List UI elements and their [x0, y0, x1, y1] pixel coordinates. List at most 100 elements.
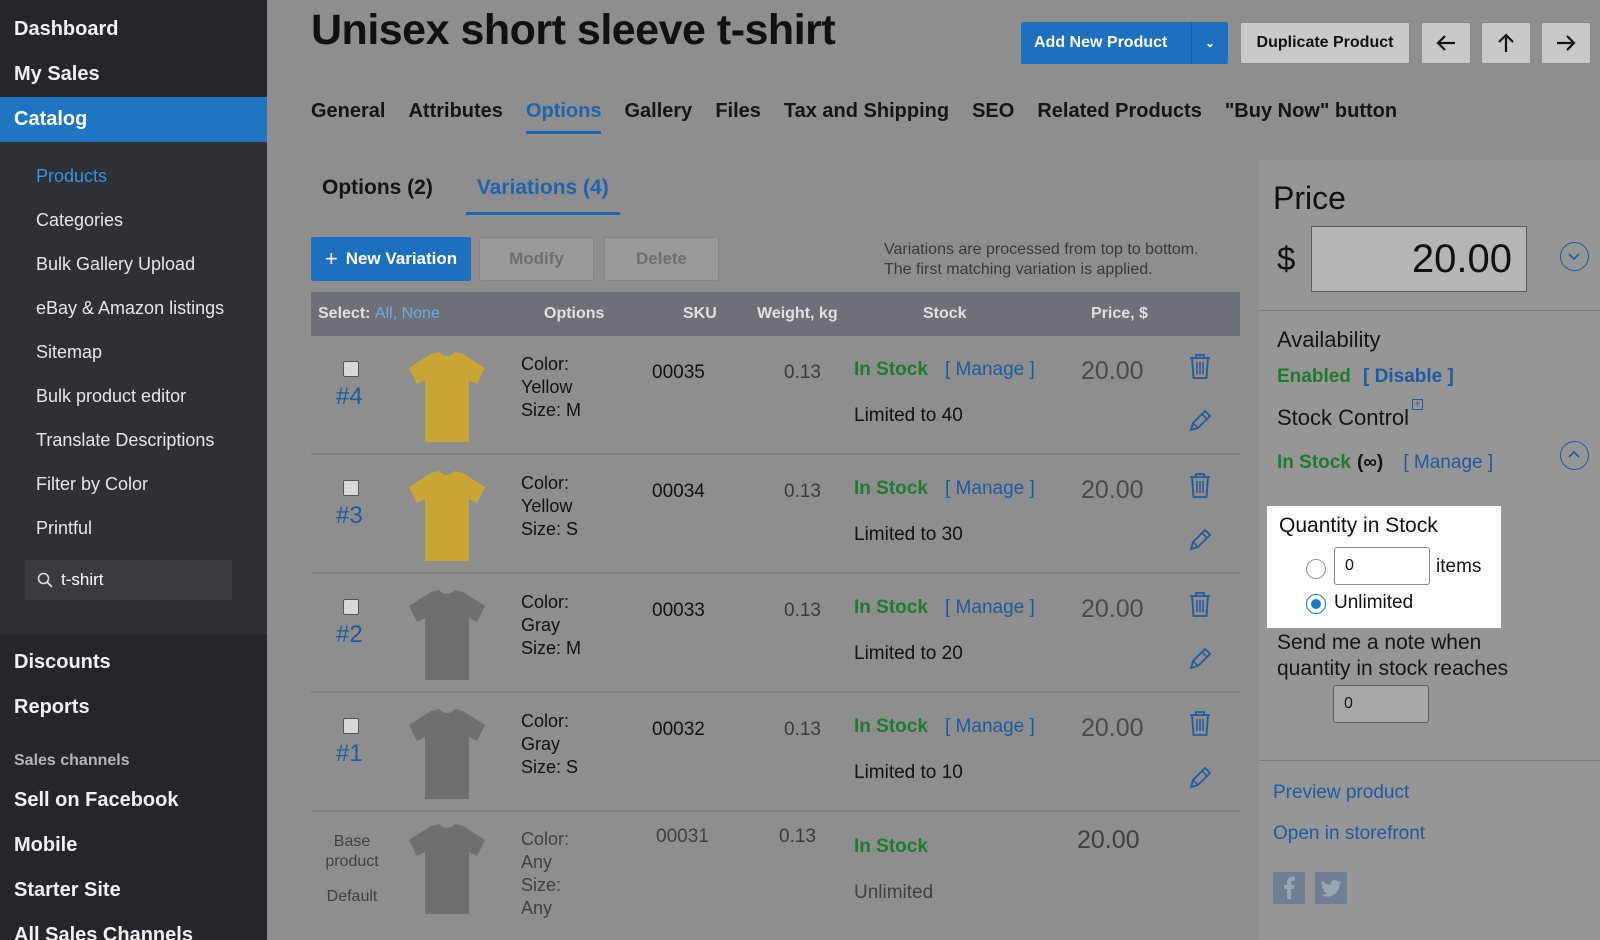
sidebar-item-translate-descriptions[interactable]: Translate Descriptions: [0, 418, 267, 462]
table-row[interactable]: #3 Color: Yellow Size: S 00034 0.13 In Stock [ …: [311, 455, 1240, 574]
tab-attributes[interactable]: Attributes: [408, 100, 502, 134]
price-input[interactable]: [1311, 226, 1527, 292]
sidebar-item-bulk-gallery-upload[interactable]: Bulk Gallery Upload: [0, 242, 267, 286]
note-threshold-input[interactable]: [1333, 685, 1429, 723]
variation-stock-limit: Limited to 20: [854, 643, 963, 664]
tshirt-image: [407, 588, 487, 688]
stock-control-manage-link[interactable]: [ Manage ]: [1403, 452, 1493, 473]
chevron-down-icon[interactable]: ⌄: [1191, 22, 1228, 64]
tab-general[interactable]: General: [311, 100, 385, 134]
tab-options[interactable]: Options: [525, 100, 602, 134]
chevron-down-circle-icon[interactable]: [1560, 242, 1589, 271]
sidebar-item-reports[interactable]: Reports: [0, 685, 267, 730]
tab-gallery[interactable]: Gallery: [624, 100, 692, 134]
trash-icon[interactable]: [1187, 590, 1213, 618]
sidebar-item-mobile[interactable]: Mobile: [0, 823, 267, 868]
row-checkbox[interactable]: [343, 599, 359, 615]
trash-icon[interactable]: [1187, 471, 1213, 499]
quantity-unlimited-radio[interactable]: [1306, 594, 1326, 614]
twitter-icon[interactable]: [1315, 872, 1347, 904]
modify-button[interactable]: Modify: [479, 237, 594, 281]
price-panel: Price $ Availability Enabled [ Disable ]…: [1259, 160, 1600, 940]
row-checkbox[interactable]: [343, 718, 359, 734]
duplicate-product-button[interactable]: Duplicate Product: [1240, 22, 1410, 64]
option-size: Size: M: [521, 400, 582, 420]
sidebar-item-my-sales[interactable]: My Sales: [0, 52, 267, 97]
subtab-options[interactable]: Options (2): [311, 168, 444, 215]
sidebar-item-discounts[interactable]: Discounts: [0, 640, 267, 685]
sidebar-search: [25, 560, 232, 600]
tab-tax-shipping[interactable]: Tax and Shipping: [784, 100, 949, 134]
row-checkbox[interactable]: [343, 361, 359, 377]
subtab-variations[interactable]: Variations (4): [465, 168, 620, 215]
variation-stock-status: In Stock: [854, 716, 928, 737]
variation-number[interactable]: #3: [336, 502, 363, 530]
unlimited-label: Unlimited: [1334, 592, 1414, 613]
option-color: Yellow: [521, 496, 573, 516]
sidebar-item-dashboard[interactable]: Dashboard: [0, 7, 267, 52]
select-none-link[interactable]: None: [402, 305, 440, 322]
sidebar-item-bulk-product-editor[interactable]: Bulk product editor: [0, 374, 267, 418]
select-all-link[interactable]: All: [375, 305, 393, 322]
header-stock: Stock: [923, 305, 967, 322]
pencil-icon[interactable]: [1187, 406, 1213, 434]
variations-note: Variations are processed from top to bot…: [884, 240, 1199, 280]
sidebar-item-ebay-amazon[interactable]: eBay & Amazon listings: [0, 286, 267, 330]
stock-control-row: In Stock (∞) [ Manage ]: [1277, 448, 1493, 474]
variation-manage-link[interactable]: [ Manage ]: [945, 478, 1035, 500]
option-color: Gray: [521, 734, 561, 754]
chevron-up-circle-icon[interactable]: [1560, 441, 1589, 470]
tab-related-products[interactable]: Related Products: [1037, 100, 1201, 134]
open-in-storefront-link[interactable]: Open in storefront: [1273, 823, 1425, 845]
variation-stock-status: In Stock: [854, 597, 928, 618]
variation-number[interactable]: #4: [336, 383, 363, 411]
quantity-items-radio[interactable]: [1306, 559, 1326, 579]
trash-icon[interactable]: [1187, 352, 1213, 380]
base-price: 20.00: [1077, 826, 1140, 854]
new-variation-button[interactable]: + New Variation: [311, 237, 471, 281]
plus-icon: +: [324, 246, 338, 271]
main-content: Unisex short sleeve t-shirt Add New Prod…: [267, 0, 1600, 940]
variation-manage-link[interactable]: [ Manage ]: [945, 597, 1035, 619]
table-row[interactable]: #2 Color: Gray Size: M 00033 0.13 In Stock [ Ma…: [311, 574, 1240, 693]
tab-buy-now-button[interactable]: "Buy Now" button: [1225, 100, 1397, 134]
sidebar-item-sitemap[interactable]: Sitemap: [0, 330, 267, 374]
tshirt-image: [407, 707, 487, 807]
sidebar-item-printful[interactable]: Printful: [0, 506, 267, 550]
sidebar-search-input[interactable]: [61, 570, 211, 590]
sidebar-item-catalog[interactable]: Catalog: [0, 97, 267, 142]
preview-product-link[interactable]: Preview product: [1273, 782, 1409, 804]
variation-number[interactable]: #2: [336, 621, 363, 649]
table-header: Select: All, None Options SKU Weight, kg…: [311, 292, 1240, 336]
variation-number[interactable]: #1: [336, 740, 363, 768]
next-product-button[interactable]: [1541, 22, 1591, 64]
trash-icon[interactable]: [1187, 709, 1213, 737]
variation-manage-link[interactable]: [ Manage ]: [945, 716, 1035, 738]
previous-product-button[interactable]: [1421, 22, 1471, 64]
arrow-right-icon: [1557, 35, 1576, 51]
pencil-icon[interactable]: [1187, 644, 1213, 672]
quantity-input[interactable]: [1334, 547, 1430, 585]
sidebar-item-filter-by-color[interactable]: Filter by Color: [0, 462, 267, 506]
variation-price: 20.00: [1081, 357, 1144, 385]
pencil-icon[interactable]: [1187, 763, 1213, 791]
delete-button[interactable]: Delete: [604, 237, 719, 281]
add-new-product-button[interactable]: Add New Product ⌄: [1021, 22, 1228, 64]
up-product-button[interactable]: [1481, 22, 1531, 64]
row-checkbox[interactable]: [343, 480, 359, 496]
pencil-icon[interactable]: [1187, 525, 1213, 553]
sidebar-item-sell-on-facebook[interactable]: Sell on Facebook: [0, 778, 267, 823]
table-row[interactable]: #4 Color: Yellow Size: M 00035 0.13 In Stock [ …: [311, 336, 1240, 455]
expand-plus-icon[interactable]: +: [1412, 399, 1424, 410]
sidebar-item-all-sales-channels[interactable]: All Sales Channels: [0, 913, 267, 940]
availability-disable-link[interactable]: [ Disable ]: [1363, 366, 1454, 387]
sidebar-item-products[interactable]: Products: [0, 154, 267, 198]
new-variation-label: New Variation: [345, 249, 458, 268]
tab-files[interactable]: Files: [715, 100, 761, 134]
variation-manage-link[interactable]: [ Manage ]: [945, 359, 1035, 381]
tab-seo[interactable]: SEO: [972, 100, 1014, 134]
sidebar-item-starter-site[interactable]: Starter Site: [0, 868, 267, 913]
facebook-icon[interactable]: [1273, 872, 1305, 904]
sidebar-item-categories[interactable]: Categories: [0, 198, 267, 242]
table-row[interactable]: #1 Color: Gray Size: S 00032 0.13 In Stock [ Ma…: [311, 693, 1240, 812]
